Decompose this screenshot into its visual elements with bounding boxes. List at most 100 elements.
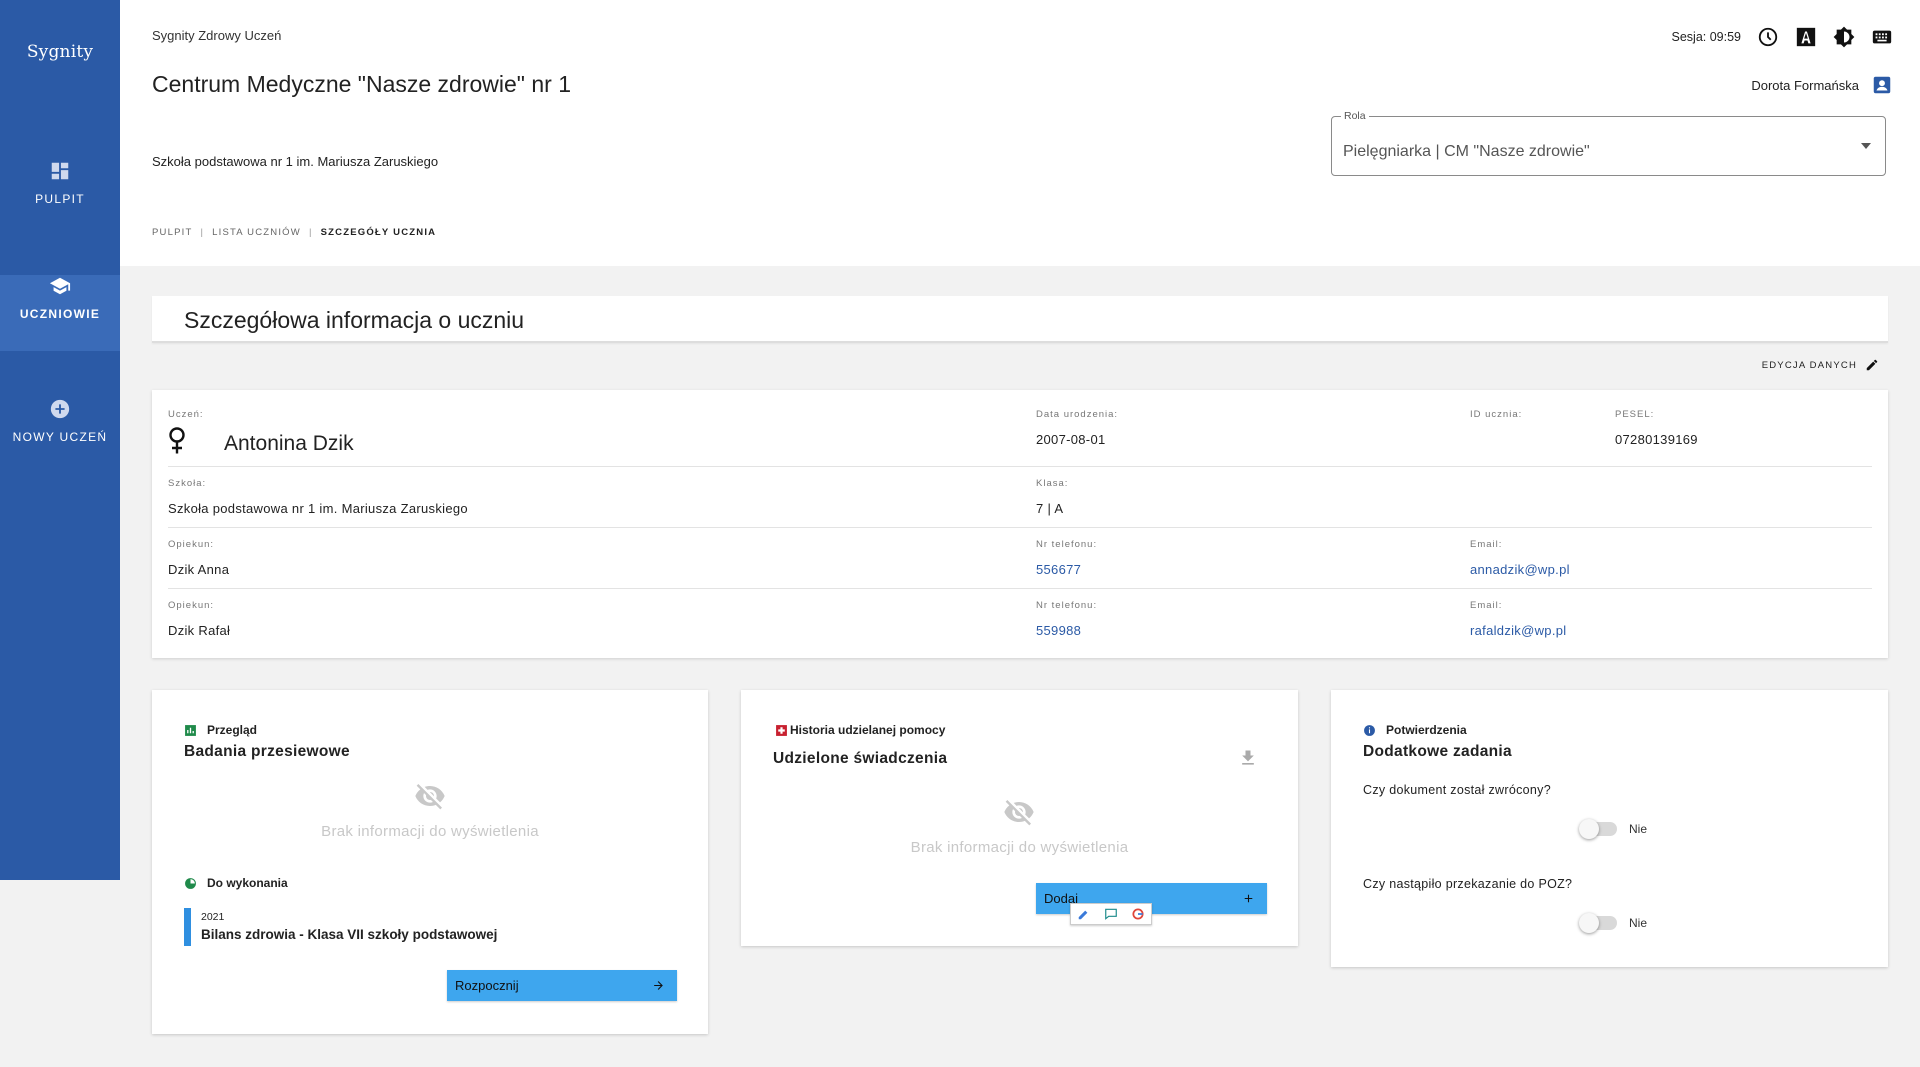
session-timer: Sesja: 09:59 <box>1671 30 1742 44</box>
toggle-value: Nie <box>1629 822 1648 836</box>
eye-off-icon <box>415 784 445 810</box>
breadcrumb: PULPIT | LISTA UCZNIÓW | SZCZEGÓŁY UCZNIA <box>152 227 437 238</box>
edit-data-button[interactable]: EDYCJA DANYCH <box>1762 358 1879 372</box>
guardian-label: Opiekun: <box>168 600 215 611</box>
school-label: Szkoła: <box>168 478 207 489</box>
phone-label: Nr telefonu: <box>1036 600 1098 611</box>
dashboard-icon <box>51 162 69 180</box>
guardian-label: Opiekun: <box>168 539 215 550</box>
account-box-icon <box>1873 76 1891 94</box>
info-icon <box>1364 724 1375 736</box>
card-header: Historia udzielanej pomocy <box>775 723 945 737</box>
guardian-email-link[interactable]: annadzik@wp.pl <box>1470 562 1570 577</box>
app-name: Sygnity Zdrowy Uczeń <box>152 28 282 43</box>
sidebar-item-label: NOWY UCZEŃ <box>12 430 108 444</box>
task-year: 2021 <box>201 911 225 923</box>
document-returned-toggle[interactable] <box>1579 819 1617 839</box>
guardian-name: Dzik Rafał <box>168 623 231 638</box>
todo-head-label: Do wykonania <box>207 876 288 890</box>
student-label: Uczeń: <box>168 409 204 420</box>
divider <box>168 588 1872 589</box>
header-tools: Sesja: 09:59 <box>1672 25 1894 49</box>
student-info-card: Uczeń: Antonina Dzik Data urodzenia: 200… <box>152 390 1888 658</box>
card-title: Badania przesiewowe <box>184 743 350 760</box>
plus-icon <box>1244 894 1253 903</box>
breadcrumb-pulpit[interactable]: PULPIT <box>152 227 192 238</box>
pesel-label: PESEL: <box>1615 409 1655 420</box>
student-name: Antonina Dzik <box>224 432 354 455</box>
clock-icon[interactable] <box>1757 26 1779 48</box>
school-name: Szkoła podstawowa nr 1 im. Mariusza Zaru… <box>152 154 439 169</box>
pesel-value: 07280139169 <box>1615 432 1698 447</box>
contrast-icon[interactable] <box>1833 26 1855 48</box>
card-head-label: Historia udzielanej pomocy <box>790 723 946 737</box>
email-label: Email: <box>1470 600 1503 611</box>
task-item: 2021 Bilans zdrowia - Klasa VII szkoły p… <box>184 908 497 946</box>
sidebar-item-pulpit[interactable]: PULPIT <box>0 160 120 236</box>
role-select[interactable]: Rola Pielęgniarka | CM "Nasze zdrowie" <box>1331 110 1886 176</box>
document-returned-toggle-row: Nie <box>1579 819 1648 839</box>
download-icon[interactable] <box>1238 748 1258 768</box>
google-icon[interactable] <box>1130 907 1146 921</box>
chevron-down-icon <box>1861 143 1871 149</box>
guardian-email-link[interactable]: rafaldzik@wp.pl <box>1470 623 1566 638</box>
card-header: Przegląd <box>184 723 257 737</box>
sidebar: Sygnity PULPIT UCZNIOWIE NOWY UCZEŃ <box>0 0 120 880</box>
breadcrumb-lista-uczniow[interactable]: LISTA UCZNIÓW <box>212 227 301 238</box>
pencil-icon <box>1866 359 1878 371</box>
start-button[interactable]: Rozpocznij <box>447 970 677 1001</box>
comment-icon[interactable] <box>1103 907 1119 921</box>
poz-transfer-toggle[interactable] <box>1579 913 1617 933</box>
divider <box>168 466 1872 467</box>
empty-state-text: Brak informacji do wyświetlenia <box>321 823 539 840</box>
confirmations-card: Potwierdzenia Dodatkowe zadania Czy doku… <box>1331 690 1888 967</box>
card-head-label: Potwierdzenia <box>1386 723 1467 737</box>
eye-off-icon <box>1004 800 1034 826</box>
class-value: 7 | A <box>1036 501 1064 516</box>
breadcrumb-current: SZCZEGÓŁY UCZNIA <box>320 227 437 238</box>
poz-transfer-toggle-row: Nie <box>1579 913 1648 933</box>
female-icon <box>169 427 185 454</box>
birth-date-value: 2007-08-01 <box>1036 432 1106 447</box>
arrow-right-icon <box>654 981 663 990</box>
card-title: Dodatkowe zadania <box>1363 743 1512 760</box>
screening-card: Przegląd Badania przesiewowe Brak inform… <box>152 690 708 1034</box>
todo-header: Do wykonania <box>184 876 288 890</box>
medical-cross-icon <box>776 724 787 736</box>
edit-data-label: EDYCJA DANYCH <box>1761 359 1857 371</box>
bar-chart-icon <box>185 724 196 736</box>
question-document-returned: Czy dokument został zwrócony? <box>1363 783 1551 797</box>
add-circle-icon <box>50 399 70 419</box>
class-label: Klasa: <box>1036 478 1069 489</box>
card-header: Potwierdzenia <box>1363 723 1467 737</box>
start-button-label: Rozpocznij <box>455 978 519 993</box>
page-title: Centrum Medyczne "Nasze zdrowie" nr 1 <box>152 71 571 97</box>
role-select-label: Rola <box>1341 110 1369 122</box>
sidebar-item-label: PULPIT <box>35 192 85 206</box>
user-menu[interactable]: Dorota Formańska <box>1751 74 1893 96</box>
empty-state-text: Brak informacji do wyświetlenia <box>910 839 1129 856</box>
font-size-icon[interactable] <box>1795 26 1817 48</box>
keyboard-icon[interactable] <box>1871 26 1893 48</box>
sidebar-item-uczniowie[interactable]: UCZNIOWIE <box>0 275 120 351</box>
sygnity-logo: Sygnity <box>26 42 94 62</box>
divider <box>168 527 1872 528</box>
school-icon <box>49 277 71 295</box>
birth-date-label: Data urodzenia: <box>1036 409 1119 420</box>
header: Sygnity Zdrowy Uczeń Centrum Medyczne "N… <box>120 0 1920 266</box>
section-title-card: Szczegółowa informacja o uczniu <box>152 296 1888 343</box>
toggle-value: Nie <box>1629 916 1648 930</box>
role-select-value: Pielęgniarka | CM "Nasze zdrowie" <box>1343 143 1590 160</box>
guardian-phone-link[interactable]: 556677 <box>1036 562 1081 577</box>
sidebar-item-nowy-uczen[interactable]: NOWY UCZEŃ <box>0 398 120 474</box>
section-title: Szczegółowa informacja o uczniu <box>184 307 525 333</box>
user-name: Dorota Formańska <box>1751 77 1859 93</box>
student-id-label: ID ucznia: <box>1470 409 1523 420</box>
sidebar-item-label: UCZNIOWIE <box>19 307 101 321</box>
guardian-phone-link[interactable]: 559988 <box>1036 623 1081 638</box>
pie-chart-icon <box>185 877 196 889</box>
card-title: Udzielone świadczenia <box>773 750 948 767</box>
phone-label: Nr telefonu: <box>1036 539 1098 550</box>
pen-icon[interactable] <box>1076 907 1092 921</box>
help-history-card: Historia udzielanej pomocy Udzielone świ… <box>741 690 1298 946</box>
